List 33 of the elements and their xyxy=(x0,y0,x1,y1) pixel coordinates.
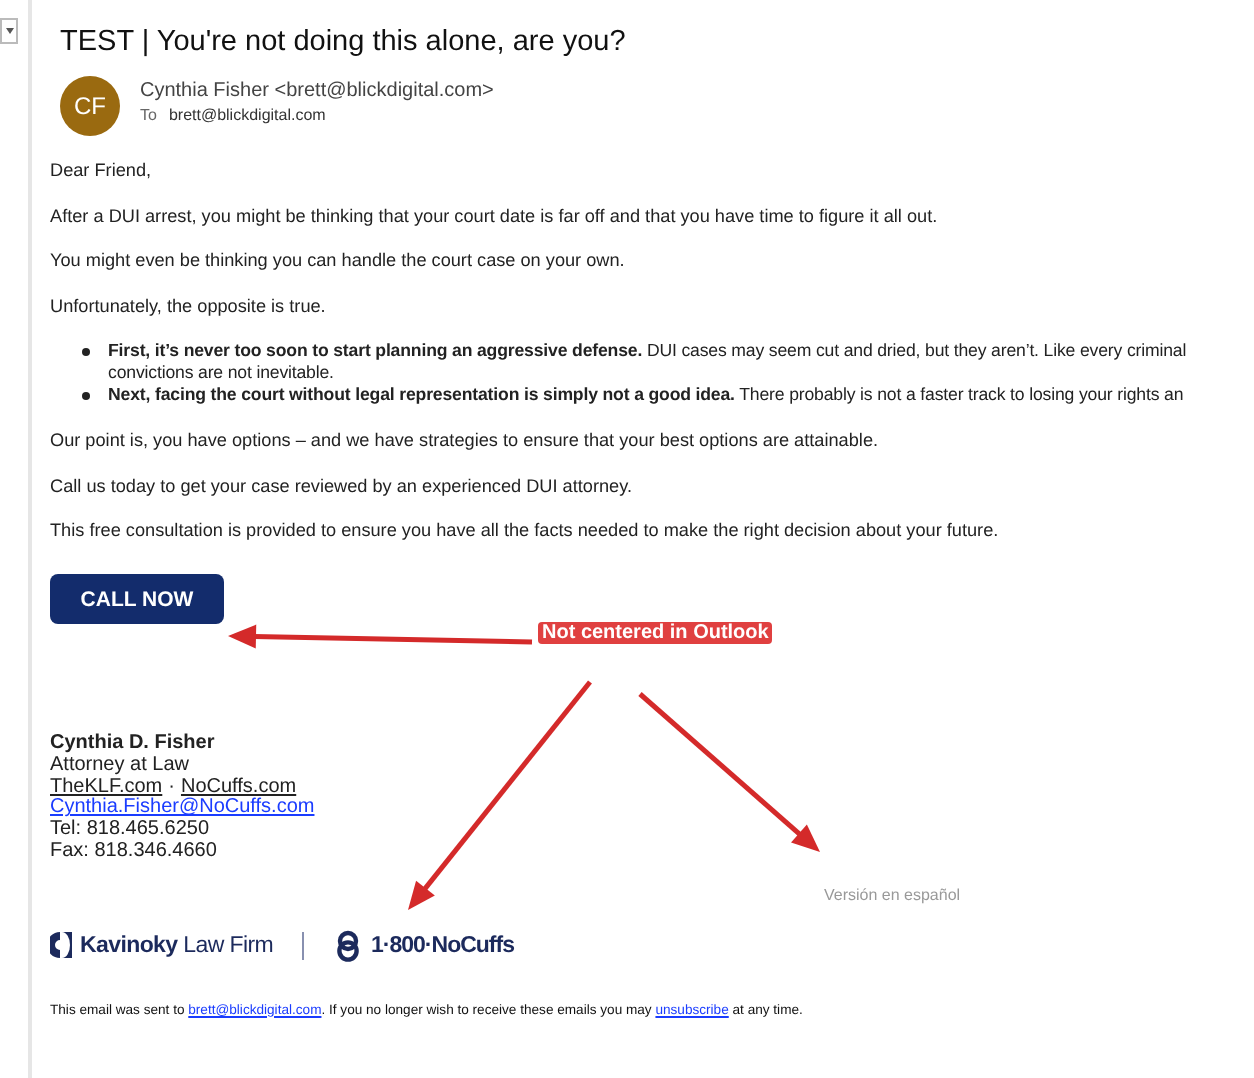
caret-icon xyxy=(5,28,13,34)
logo-icon xyxy=(50,932,72,959)
fax-number: Fax: 818.346.4660 xyxy=(50,841,217,864)
avatar: CF xyxy=(60,76,120,136)
bullet-icon xyxy=(82,392,90,400)
bullet-icon xyxy=(82,348,90,356)
call-now-button[interactable]: CALL NOW xyxy=(50,574,224,624)
rings-icon xyxy=(331,929,364,962)
paragraph: Dear Friend, xyxy=(50,160,154,182)
phone-number: Tel: 818.465.6250 xyxy=(50,820,210,842)
email-subject: TEST | You're not doing this alone, are you? xyxy=(60,26,628,58)
paragraph: Call us today to get your case reviewed by an experienced DUI attorney. xyxy=(50,475,634,497)
bullet-text: Next, facing the court without legal representation is simply not a good idea. There probably is not a faster track to losing your rights an xyxy=(108,384,1184,406)
website-link[interactable]: NoCuffs.com xyxy=(180,777,297,799)
annotation-label: Not centered in Outlook xyxy=(538,622,773,644)
to-label: To xyxy=(140,106,157,124)
signature-name: Cynthia D. Fisher xyxy=(50,734,215,756)
sender-name: Cynthia Fisher <brett@blickdigital.com> xyxy=(140,80,494,102)
paragraph: Our point is, you have options – and we have strategies to ensure that your best options are attainable. xyxy=(50,430,881,452)
recipient-address: brett@blickdigital.com xyxy=(168,106,326,124)
firm-logo-text: Kavinoky Law Firm xyxy=(80,933,274,958)
paragraph: You might even be thinking you can handle the court case on your own. xyxy=(50,250,627,272)
phone-logo-text: 1·800·NoCuffs xyxy=(371,933,514,958)
email-link[interactable]: Cynthia.Fisher@NoCuffs.com xyxy=(50,798,315,821)
dropdown-button[interactable] xyxy=(0,18,18,44)
paragraph: Unfortunately, the opposite is true. xyxy=(50,295,328,317)
paragraph: After a DUI arrest, you might be thinking that your court date is far off and that you have time to figure it all out. xyxy=(50,205,940,227)
bullet-text: First, it’s never too soon to start planning an aggressive defense. DUI cases may seem cut and dried, but they aren’t. Like every criminal xyxy=(108,340,1187,362)
signature-title: Attorney at Law xyxy=(50,755,189,776)
website-link[interactable]: TheKLF.com xyxy=(50,777,163,799)
bullet-text: convictions are not inevitable. xyxy=(108,362,336,384)
separator-dot: · xyxy=(168,777,175,798)
paragraph: This free consultation is provided to ensure you have all the facts needed to make the right decision about your future. xyxy=(50,520,1001,542)
